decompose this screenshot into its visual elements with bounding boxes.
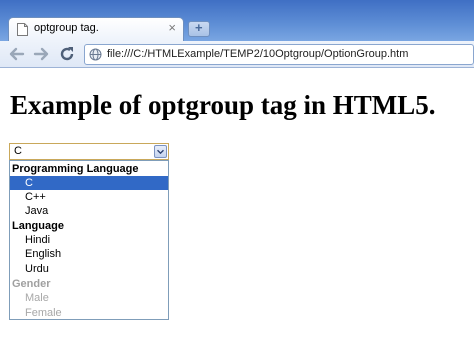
option-cpp[interactable]: C++ xyxy=(10,190,168,204)
forward-arrow-icon[interactable] xyxy=(32,44,50,64)
page-heading: Example of optgroup tag in HTML5. xyxy=(10,90,436,120)
address-bar[interactable]: file:///C:/HTMLExample/TEMP2/10Optgroup/… xyxy=(84,44,474,65)
optgroup-label: Language xyxy=(12,220,64,232)
option-male: Male xyxy=(25,292,49,304)
option-hindi[interactable]: Hindi xyxy=(10,233,168,247)
option-urdu[interactable]: Urdu xyxy=(10,262,168,276)
optgroup-select[interactable]: C xyxy=(9,143,169,160)
plus-icon: + xyxy=(195,20,203,35)
globe-icon xyxy=(89,48,102,61)
option-english[interactable]: English xyxy=(10,247,168,261)
option-java[interactable]: Java xyxy=(10,204,168,218)
page-icon xyxy=(17,23,28,36)
optgroup-label-disabled: Gender xyxy=(12,278,51,290)
browser-tab[interactable]: optgroup tag. × xyxy=(8,17,184,41)
url-text: file:///C:/HTMLExample/TEMP2/10Optgroup/… xyxy=(107,48,409,60)
chevron-down-icon[interactable] xyxy=(154,145,167,158)
new-tab-button[interactable]: + xyxy=(188,20,210,37)
reload-icon[interactable] xyxy=(58,44,76,64)
option-c[interactable]: C xyxy=(10,176,168,190)
tab-title: optgroup tag. xyxy=(34,22,99,34)
option-female: Female xyxy=(25,307,62,319)
select-value: C xyxy=(14,145,22,157)
browser-toolbar: file:///C:/HTMLExample/TEMP2/10Optgroup/… xyxy=(0,41,474,68)
select-dropdown-list[interactable]: Programming Language C C++ Java Language… xyxy=(9,160,169,320)
back-arrow-icon[interactable] xyxy=(8,44,26,64)
browser-tab-strip: optgroup tag. × + xyxy=(0,0,474,41)
optgroup-label: Programming Language xyxy=(12,163,139,175)
tab-close-icon[interactable]: × xyxy=(168,21,176,35)
